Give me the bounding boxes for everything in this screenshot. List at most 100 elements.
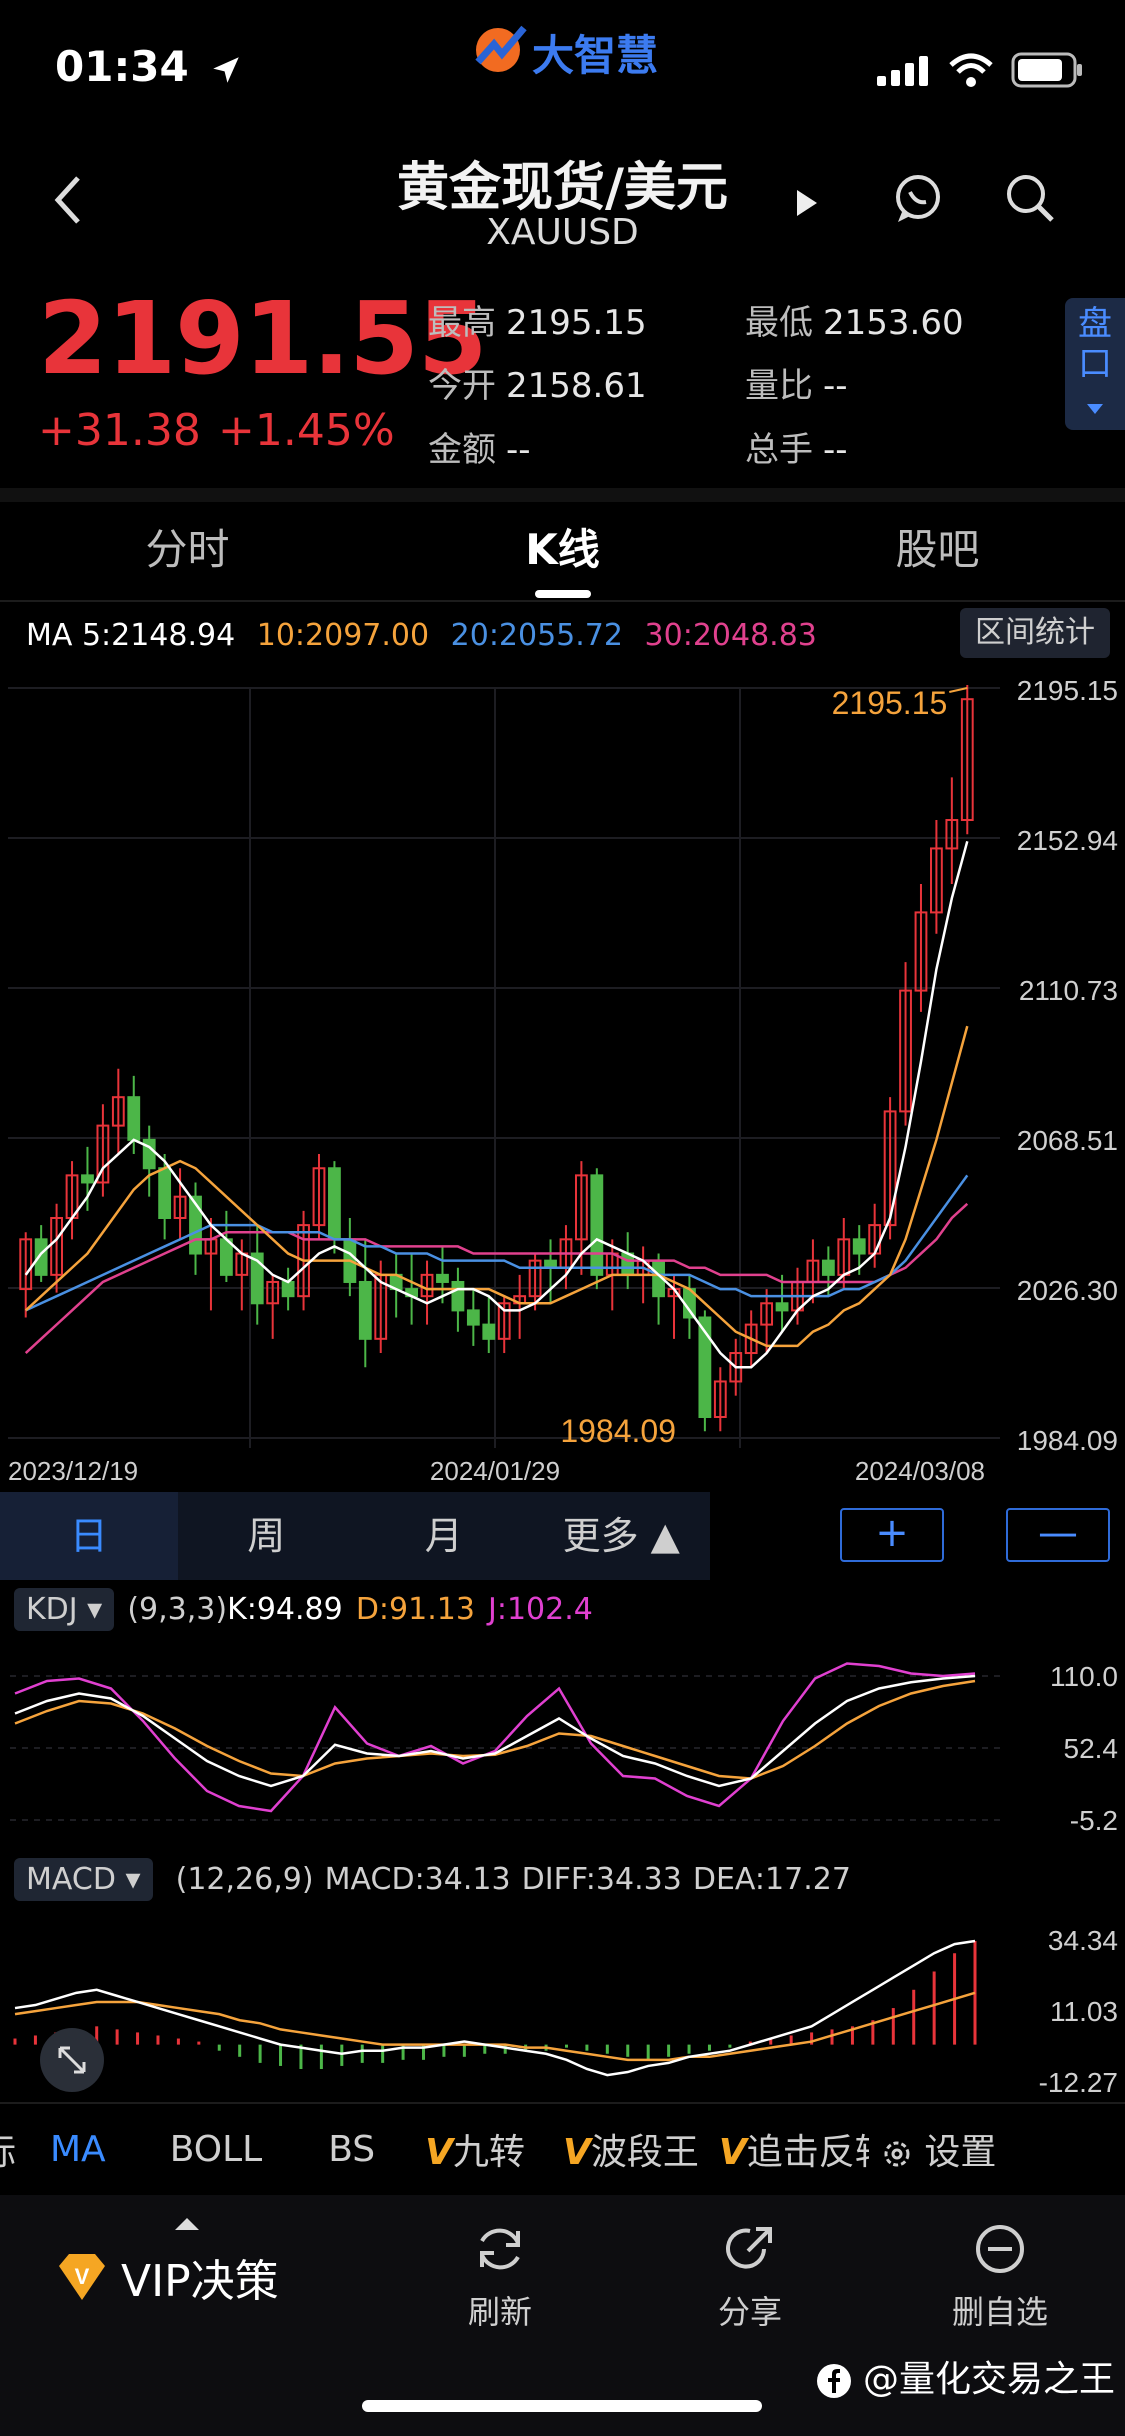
macd-selector[interactable]: MACD ▾: [14, 1858, 153, 1901]
macd-dea-line: [14, 1991, 976, 2062]
indicator-jiuzhuan[interactable]: V九转: [425, 2123, 525, 2175]
wifi-icon: [949, 53, 993, 87]
page-title: 黄金现货/美元: [397, 158, 728, 218]
stat-volume-value: --: [823, 430, 848, 470]
indicator-boduanwang[interactable]: V波段王: [563, 2123, 699, 2175]
period-day[interactable]: 日: [0, 1492, 178, 1580]
kdj-header: KDJ ▾ (9,3,3)K:94.89 D:91.13 J:102.4: [14, 1588, 593, 1631]
v-badge-icon: V: [718, 2132, 747, 2173]
tab-fenshi[interactable]: 分时: [0, 500, 375, 600]
expand-arrows-icon: [58, 2046, 86, 2074]
kdj-j-line: [14, 1662, 976, 1813]
logo-mark-icon: [475, 25, 527, 72]
ma30-value: 30:2048.83: [644, 618, 817, 653]
macd-header: MACD ▾ (12,26,9) MACD:34.13 DIFF:34.33 D…: [14, 1858, 851, 1901]
macd-chart[interactable]: 34.34 11.03 -12.27: [0, 1910, 1125, 2100]
kline-chart[interactable]: 2195.15 2152.94 2110.73 2068.51 2026.30 1984.…: [0, 660, 1125, 1490]
period-selector: 日 周 月 更多 ▲: [0, 1492, 710, 1580]
ma5-value: MA 5:2148.94: [26, 618, 236, 653]
range-stats-button[interactable]: 区间统计: [960, 608, 1110, 658]
kdj-params: (9,3,3): [127, 1592, 228, 1627]
indicator-divider: [0, 2102, 1125, 2104]
stat-high-value: 2195.15: [506, 303, 647, 343]
kdj-y-tick: 110.0: [1050, 1661, 1118, 1692]
stat-low-label: 最低: [745, 303, 813, 343]
vip-decision-button[interactable]: V VIP决策: [55, 2245, 279, 2309]
caret-down-icon: [1087, 404, 1103, 414]
indicator-zhuiji[interactable]: V追击反转: [719, 2123, 869, 2175]
kdj-d: D:91.13: [355, 1592, 475, 1627]
candle-down: [821, 1259, 835, 1276]
stat-amount-label: 金额: [428, 430, 496, 470]
macd-y-tick: -12.27: [1039, 2067, 1118, 2098]
message-button[interactable]: [890, 170, 946, 226]
indicator-jiuzhuan-label: 九转: [453, 2132, 526, 2173]
kdj-k-line: [14, 1674, 976, 1788]
period-more[interactable]: 更多 ▲: [533, 1492, 711, 1580]
stat-high-label: 最高: [428, 303, 496, 343]
tabs-divider: [0, 600, 1125, 602]
stat-ratio-label: 量比: [745, 366, 813, 406]
current-price: 2191.55: [38, 280, 487, 397]
candle-down: [436, 1273, 449, 1283]
remove-watchlist-button[interactable]: 删自选: [950, 2219, 1050, 2333]
macd-diff-line: [14, 1939, 976, 2077]
y-tick-label: 1984.09: [1017, 1425, 1118, 1456]
stat-amount-value: --: [506, 430, 531, 470]
macd-y-tick: 11.03: [1050, 1996, 1118, 2027]
max-price-label: 2195.15: [832, 685, 948, 721]
refresh-button[interactable]: 刷新: [460, 2219, 540, 2333]
stat-low: 最低 2153.60: [745, 295, 964, 344]
period-week[interactable]: 周: [178, 1492, 356, 1580]
x-tick-label: 2024/03/08: [855, 1456, 985, 1486]
vip-decision-label: VIP决策: [121, 2256, 279, 2307]
indicator-bar: 标 MA BOLL BS V九转 V波段王 V追击反转 设置: [0, 2105, 1125, 2193]
kdj-chart[interactable]: 110.0 52.4 -5.2: [0, 1640, 1125, 1840]
macd-diff: DIFF:34.33: [521, 1862, 682, 1897]
period-month[interactable]: 月: [355, 1492, 533, 1580]
kdj-y-tick: 52.4: [1064, 1733, 1119, 1764]
ma10-value: 10:2097.00: [256, 618, 430, 653]
app-logo: 大智慧: [470, 18, 660, 80]
kdj-j: J:102.4: [488, 1592, 593, 1627]
next-stock-button[interactable]: [795, 188, 819, 222]
indicator-ma[interactable]: MA: [50, 2129, 106, 2170]
watermark: @量化交易之王: [816, 2350, 1115, 2402]
macd-params: (12,26,9): [175, 1862, 314, 1897]
y-tick-label: 2026.30: [1017, 1275, 1118, 1306]
candle-down: [621, 1252, 635, 1276]
ma-legend: MA 5:2148.94 10:2097.00 20:2055.72 30:20…: [26, 618, 817, 653]
price-change-pct: +1.45%: [218, 405, 395, 456]
zoom-in-button[interactable]: +: [840, 1508, 944, 1562]
kdj-selector[interactable]: KDJ ▾: [14, 1588, 115, 1631]
share-button[interactable]: 分享: [710, 2219, 790, 2333]
indicator-bs[interactable]: BS: [328, 2129, 375, 2170]
remove-watchlist-label: 删自选: [951, 2293, 1048, 2331]
tab-guba[interactable]: 股吧: [750, 500, 1125, 600]
minus-circle-icon: [976, 2225, 1024, 2273]
zoom-out-button[interactable]: —: [1006, 1508, 1110, 1562]
candle-down: [482, 1323, 496, 1340]
indicator-settings[interactable]: 设置: [881, 2123, 996, 2175]
y-tick-label: 2152.94: [1017, 825, 1118, 856]
pankou-button[interactable]: 盘口: [1065, 298, 1125, 430]
macd-dea: DEA:17.27: [692, 1862, 851, 1897]
candle-down: [358, 1280, 372, 1340]
indicator-zhuiji-label: 追击反转: [746, 2132, 869, 2173]
search-button[interactable]: [1002, 170, 1058, 226]
indicator-partial[interactable]: 标: [0, 2123, 40, 2175]
stat-volume: 总手 --: [745, 422, 848, 471]
stat-volume-label: 总手: [745, 430, 813, 470]
cellular-signal-icon: [877, 56, 928, 86]
ma20-value: 20:2055.72: [450, 618, 623, 653]
v-badge-icon: V: [425, 2132, 453, 2173]
candle-down: [81, 1174, 94, 1184]
share-icon: [726, 2227, 772, 2269]
tab-kline[interactable]: K线: [375, 500, 750, 600]
fullscreen-button[interactable]: [40, 2028, 104, 2092]
search-icon: [1007, 175, 1054, 222]
home-indicator[interactable]: [362, 2400, 762, 2412]
indicator-boll[interactable]: BOLL: [170, 2129, 263, 2170]
watermark-text: @量化交易之王: [862, 2359, 1115, 2400]
stat-ratio: 量比 --: [745, 358, 848, 407]
